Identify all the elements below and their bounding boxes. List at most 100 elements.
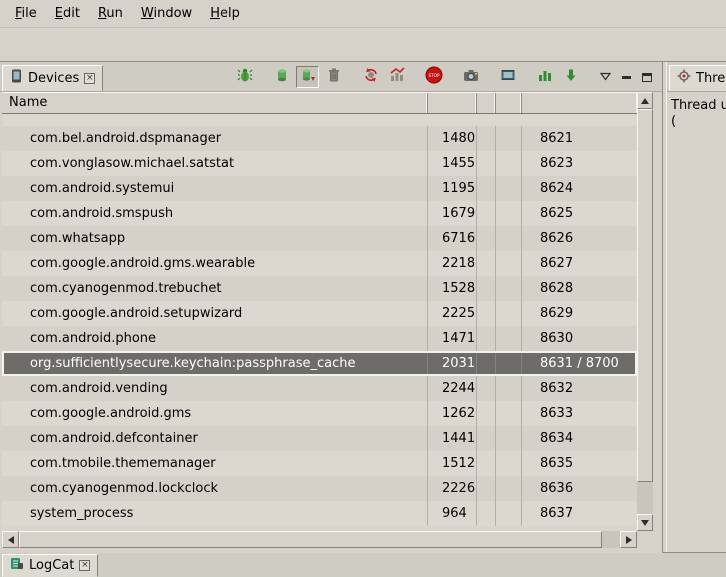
table-row[interactable]: com.bel.android.dspmanager 1480 8621 (2, 126, 637, 151)
partial-row (2, 114, 637, 126)
empty-cell (496, 476, 522, 501)
empty-cell (477, 376, 496, 401)
update-heap-button[interactable] (270, 66, 293, 88)
empty-cell (477, 176, 496, 201)
column-header-blank2[interactable] (496, 93, 522, 113)
devices-tab-strip: Devices × (0, 62, 662, 92)
process-pid: 22185 (428, 251, 477, 276)
process-name: com.android.systemui (2, 176, 428, 201)
column-header-blank1[interactable] (477, 93, 496, 113)
table-row[interactable]: org.sufficientlysecure.keychain:passphra… (2, 351, 637, 376)
tab-devices[interactable]: Devices × (2, 65, 103, 91)
process-port: 8636 (522, 476, 637, 501)
process-port: 8625 (522, 201, 637, 226)
process-port: 8631 / 8700 (522, 351, 637, 376)
method-profiling-button[interactable] (385, 66, 408, 88)
empty-cell (477, 351, 496, 376)
minimize-button[interactable] (617, 68, 635, 86)
scroll-left-button[interactable] (2, 531, 19, 548)
table-row[interactable]: com.google.android.setupwizard 22250 862… (2, 301, 637, 326)
menu-item[interactable]: Help (201, 2, 249, 25)
close-icon[interactable]: × (84, 73, 95, 84)
stop-process-button[interactable]: STOP (422, 66, 445, 88)
table-row[interactable]: com.tmobile.thememanager 1512 8635 (2, 451, 637, 476)
devices-toolbar: STOP (233, 66, 662, 91)
menu-item[interactable]: File (6, 2, 46, 25)
arrow-right-icon (626, 536, 632, 544)
column-header-name[interactable]: Name (2, 93, 428, 113)
debug-process-button[interactable] (233, 66, 256, 88)
process-pid: 22265 (428, 476, 477, 501)
empty-cell (477, 401, 496, 426)
stop-icon: STOP (425, 66, 443, 88)
process-name: system_process (2, 501, 428, 526)
threads-message-line2: ( (671, 114, 726, 130)
chevron-down-icon (600, 70, 611, 85)
devices-panel: Devices × (0, 62, 662, 553)
threads-panel: Threads Thread up ( (667, 62, 726, 552)
table-row[interactable]: com.google.android.gms 12623 8633 (2, 401, 637, 426)
process-port: 8630 (522, 326, 637, 351)
process-pid: 14553 (428, 151, 477, 176)
empty-cell (477, 301, 496, 326)
vertical-scroll-thumb[interactable] (637, 109, 653, 482)
column-header-port[interactable] (522, 93, 637, 113)
process-name: com.whatsapp (2, 226, 428, 251)
green-down-arrow-icon (563, 67, 579, 87)
maximize-button[interactable] (638, 68, 656, 86)
sysinfo-button[interactable] (533, 66, 556, 88)
table-row[interactable]: com.android.systemui 1195 8624 (2, 176, 637, 201)
horizontal-scroll-thumb[interactable] (19, 531, 602, 548)
column-header-pid[interactable] (428, 93, 477, 113)
table-row[interactable]: com.whatsapp 6716 8626 (2, 226, 637, 251)
scroll-up-button[interactable] (637, 92, 653, 109)
process-name: com.cyanogenmod.trebuchet (2, 276, 428, 301)
table-row[interactable]: com.android.phone 1471 8630 (2, 326, 637, 351)
table-row[interactable]: com.vonglasow.michael.satstat 14553 8623 (2, 151, 637, 176)
vertical-scrollbar[interactable] (637, 92, 653, 531)
table-row[interactable]: com.android.smspush 1679 8625 (2, 201, 637, 226)
process-pid: 1480 (428, 126, 477, 151)
table-row[interactable]: com.cyanogenmod.lockclock 22265 8636 (2, 476, 637, 501)
process-name: com.android.defcontainer (2, 426, 428, 451)
tab-logcat[interactable]: LogCat × (2, 554, 98, 577)
table-row[interactable]: com.cyanogenmod.trebuchet 1528 8628 (2, 276, 637, 301)
process-port: 8635 (522, 451, 637, 476)
update-threads-button[interactable] (359, 66, 382, 88)
scroll-track[interactable] (602, 531, 620, 548)
process-name: com.android.smspush (2, 201, 428, 226)
table-row[interactable]: system_process 964 8637 (2, 501, 637, 526)
main-split-area: Devices × (0, 61, 726, 552)
close-icon[interactable]: × (79, 560, 90, 571)
process-name: com.cyanogenmod.lockclock (2, 476, 428, 501)
process-name: com.vonglasow.michael.satstat (2, 151, 428, 176)
empty-cell (477, 476, 496, 501)
tab-threads[interactable]: Threads (669, 65, 726, 91)
cause-gc-button[interactable] (322, 66, 345, 88)
pull-file-button[interactable] (559, 66, 582, 88)
table-row[interactable]: com.android.defcontainer 14411 8634 (2, 426, 637, 451)
table-row[interactable]: com.android.vending 22440 8632 (2, 376, 637, 401)
heap-cylinder-icon (274, 67, 290, 87)
table-row[interactable]: com.google.android.gms.wearable 22185 86… (2, 251, 637, 276)
menu-item[interactable]: Run (89, 2, 132, 25)
menu-item[interactable]: Window (132, 2, 201, 25)
process-pid: 1195 (428, 176, 477, 201)
green-columns-icon (537, 67, 553, 87)
threads-icon (677, 69, 691, 87)
screen-capture-button[interactable] (459, 66, 482, 88)
dump-hprof-button[interactable] (296, 66, 319, 88)
scroll-down-button[interactable] (637, 514, 653, 531)
view-menu-button[interactable] (596, 68, 614, 86)
process-pid: 20311 (428, 351, 477, 376)
menu-item[interactable]: Edit (46, 2, 89, 25)
process-port: 8632 (522, 376, 637, 401)
scroll-right-button[interactable] (620, 531, 637, 548)
capture-video-button[interactable] (496, 66, 519, 88)
process-pid: 1471 (428, 326, 477, 351)
tab-devices-label: Devices (28, 71, 79, 86)
update-threads-icon (363, 67, 379, 87)
process-port: 8634 (522, 426, 637, 451)
process-port: 8623 (522, 151, 637, 176)
horizontal-scrollbar[interactable] (2, 531, 637, 548)
